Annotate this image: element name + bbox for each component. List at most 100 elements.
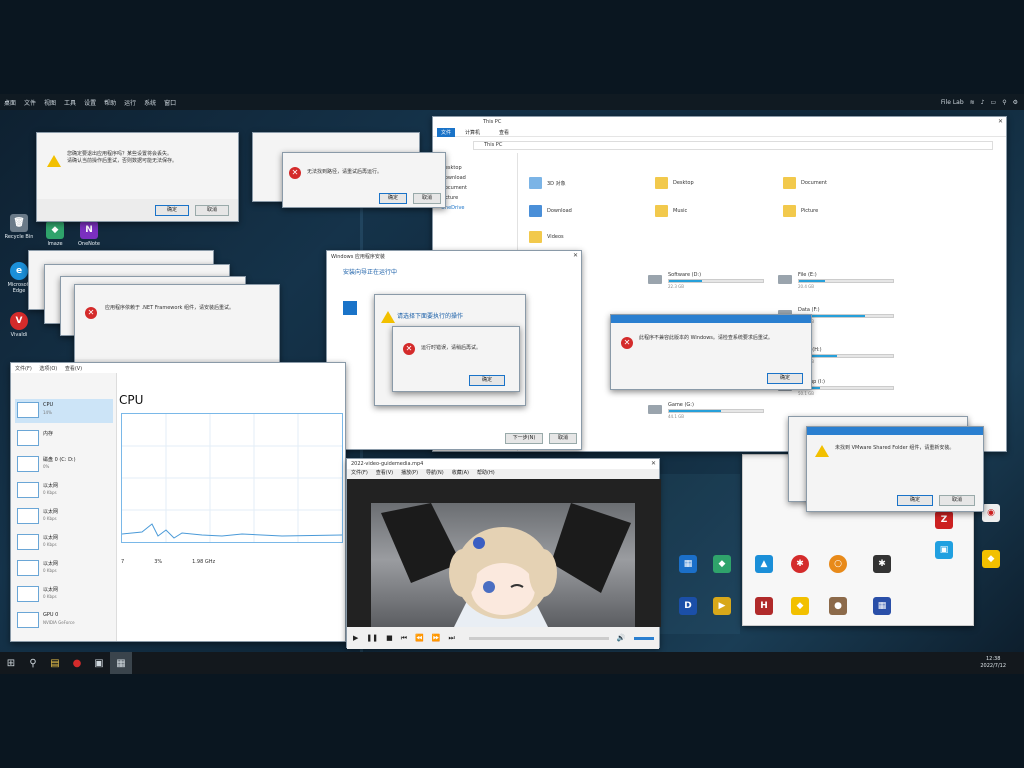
task-view-icon[interactable]: ▤ [44,652,66,674]
desktop-icon-recycle-bin[interactable]: 🗑 Recycle Bin [4,214,34,240]
tab-file[interactable]: 文件 [437,128,456,137]
desktop-icon-vivaldi[interactable]: V Vivaldi [4,312,34,338]
menu-file[interactable]: 文件(F) [15,366,32,372]
pause-icon[interactable]: ❚❚ [366,634,378,642]
folder-videos[interactable]: Videos [529,231,639,245]
folder-document[interactable]: Document [783,177,893,191]
search-icon[interactable]: ⚲ [22,652,44,674]
desktop-icon-app[interactable]: ◆ [707,555,737,575]
video-area[interactable] [347,479,661,645]
player-menu-item[interactable]: 帮助(H) [477,469,495,479]
play-icon[interactable]: ▶ [353,634,358,642]
player-menu-item[interactable]: 导航(N) [426,469,444,479]
folder-picture[interactable]: Picture [783,205,893,219]
desktop-icon-onenote[interactable]: N OneNote [74,221,104,247]
perf-item-disk[interactable]: 磁盘 0 (C: D:) 0% [15,453,113,477]
desktop-icon-app[interactable]: H [749,597,779,617]
folder-download[interactable]: Download [529,205,639,219]
perf-item-gpu[interactable]: GPU 0 NVIDIA GeForce [15,609,113,633]
desktop-icon-imaze[interactable]: ◆ Imaze [40,221,70,247]
ok-button[interactable]: 确定 [155,205,189,216]
app-taskbar-icon[interactable]: ▣ [88,652,110,674]
menu-item[interactable]: 运行 [120,98,140,107]
tab-view[interactable]: 查看 [499,129,509,136]
close-icon[interactable]: ✕ [998,118,1003,125]
player-menu-item[interactable]: 收藏(A) [452,469,469,479]
error-dialog: ✕ 无法找到路径，请重试后再运行。 确定 取消 [282,152,446,208]
folder-3d-objects[interactable]: 3D 对象 [529,177,639,191]
ok-button[interactable]: 确定 [767,373,803,384]
menu-view[interactable]: 查看(V) [65,366,82,372]
desktop-icon-app[interactable]: D [673,597,703,617]
desktop-icon-app[interactable]: ● [823,597,853,617]
skip-forward-icon[interactable]: ⏭ [449,634,455,643]
battery-icon[interactable]: ▭ [991,99,997,106]
desktop-icon-app[interactable]: ◆ [785,597,815,617]
perf-item-ethernet[interactable]: 以太网 0 Kbps [15,479,113,503]
next-button[interactable]: 下一步(N) [505,433,543,444]
vivaldi-taskbar-icon[interactable]: ● [66,652,88,674]
menu-item[interactable]: 文件 [20,98,40,107]
perf-item-ethernet[interactable]: 以太网 0 Kbps [15,583,113,607]
volume-slider[interactable] [633,636,654,640]
desktop-icon-app[interactable]: ✱ [867,555,897,575]
gear-icon[interactable]: ⚙ [1013,99,1018,106]
perf-item-memory[interactable]: 内存 [15,427,113,451]
player-taskbar-icon[interactable]: ▦ [110,652,132,674]
folder-music[interactable]: Music [655,205,765,219]
perf-item-cpu[interactable]: CPU 14% [15,399,113,423]
menu-item[interactable]: 视图 [40,98,60,107]
player-menu-item[interactable]: 查看(V) [376,469,393,479]
desktop-icon-app[interactable]: ▶ [707,597,737,617]
wifi-icon[interactable]: ≋ [970,99,975,106]
clock[interactable]: 12:38 2022/7/12 [980,656,1024,670]
fast-forward-icon[interactable]: ⏩ [432,634,441,642]
desktop-icon-app[interactable]: Z [929,511,959,531]
cancel-button[interactable]: 取消 [195,205,229,216]
close-icon[interactable]: ✕ [573,252,578,259]
drive-usage-bar [798,386,894,390]
cancel-button[interactable]: 取消 [413,193,441,204]
player-menu-item[interactable]: 播放(P) [401,469,418,479]
search-icon[interactable]: ⚲ [1002,99,1006,106]
desktop-icon-app[interactable]: ✱ [785,555,815,575]
desktop-icon-app[interactable]: ▲ [749,555,779,575]
address-bar[interactable]: This PC [473,141,993,150]
drive-item[interactable]: File (E:) 20.4 GB [778,272,896,290]
desktop-icon-app[interactable]: ▣ [929,541,959,561]
desktop-icon-app[interactable]: ◆ [976,550,1006,570]
desktop-icon-app[interactable]: ○ [823,555,853,575]
ok-button[interactable]: 确定 [897,495,933,506]
error-icon: ✕ [403,343,415,355]
cancel-button[interactable]: 取消 [549,433,577,444]
desktop-icon-app[interactable]: ▦ [867,597,897,617]
menu-item[interactable]: 窗口 [160,98,180,107]
menu-item[interactable]: 桌面 [0,98,20,107]
ok-button[interactable]: 确定 [469,375,505,386]
seek-bar[interactable] [468,636,609,640]
drive-item[interactable]: Game (G:) 44.1 GB [648,402,766,420]
menu-item[interactable]: 设置 [80,98,100,107]
folder-label: Desktop [673,180,694,186]
menu-item[interactable]: 工具 [60,98,80,107]
perf-item-ethernet[interactable]: 以太网 0 Kbps [15,531,113,555]
volume-icon[interactable]: ♪ [981,99,985,106]
cancel-button[interactable]: 取消 [939,495,975,506]
folder-desktop[interactable]: Desktop [655,177,765,191]
stop-icon[interactable]: ■ [386,634,393,642]
rewind-icon[interactable]: ⏪ [415,634,424,642]
perf-item-ethernet[interactable]: 以太网 0 Kbps [15,557,113,581]
perf-item-ethernet[interactable]: 以太网 0 Kbps [15,505,113,529]
close-icon[interactable]: ✕ [651,460,656,467]
start-icon[interactable]: ⊞ [0,652,22,674]
tab-computer[interactable]: 计算机 [465,129,480,136]
menu-item[interactable]: 系统 [140,98,160,107]
drive-item[interactable]: Software (D:) 22.3 GB [648,272,766,290]
volume-icon[interactable]: 🔊 [617,634,626,642]
player-menu-item[interactable]: 文件(F) [351,469,368,479]
skip-back-icon[interactable]: ⏮ [401,634,407,643]
menu-item[interactable]: 帮助 [100,98,120,107]
desktop-icon-app[interactable]: ▦ [673,555,703,575]
ok-button[interactable]: 确定 [379,193,407,204]
menu-options[interactable]: 选项(O) [39,366,57,372]
